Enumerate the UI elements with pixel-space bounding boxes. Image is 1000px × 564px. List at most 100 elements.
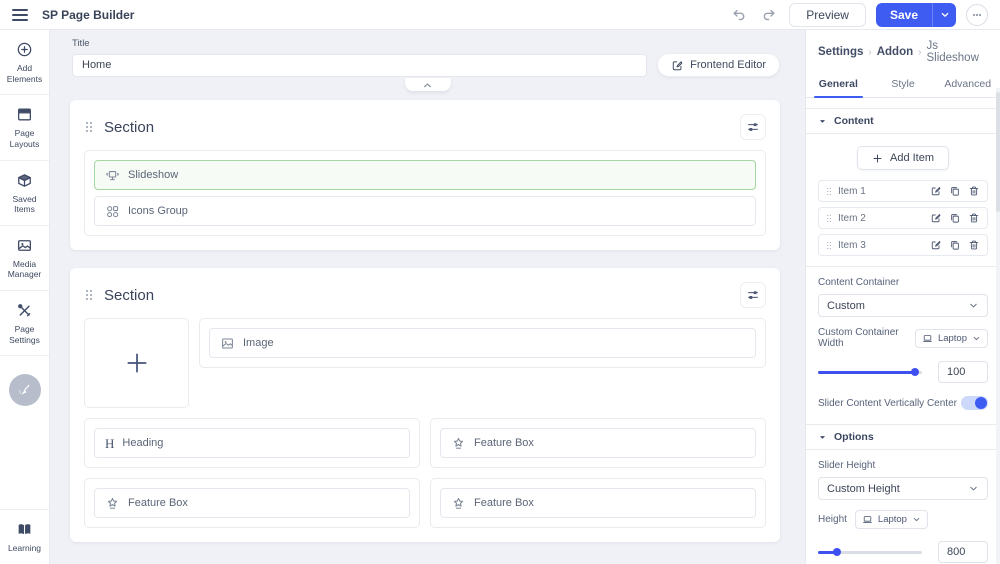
device-selector[interactable]: Laptop <box>854 510 928 529</box>
slideshow-icon <box>105 170 120 180</box>
group-options-header[interactable]: Options <box>806 424 1000 450</box>
tab-general[interactable]: General <box>806 72 871 98</box>
tab-advanced[interactable]: Advanced <box>935 72 1000 97</box>
drag-handle-icon[interactable] <box>826 213 832 224</box>
tools-icon <box>16 302 33 319</box>
sidebar-item-add-elements[interactable]: Add Elements <box>0 30 49 96</box>
device-selector[interactable]: Laptop <box>914 328 988 348</box>
collapse-titlebar-tab[interactable] <box>404 78 451 91</box>
add-item-label: Add Item <box>889 152 935 164</box>
addon-image[interactable]: Image <box>209 328 756 358</box>
addon-label: Image <box>243 337 274 349</box>
height-slider[interactable] <box>818 548 922 556</box>
content-container-label: Content Container <box>818 277 900 288</box>
redo-icon[interactable] <box>759 5 779 25</box>
content-container-select[interactable]: Custom <box>818 294 988 317</box>
caret-down-icon <box>819 119 826 123</box>
laptop-icon <box>923 334 932 342</box>
panel-scrollbar[interactable] <box>996 88 1000 564</box>
tab-style[interactable]: Style <box>871 72 936 97</box>
addon-label: Heading <box>122 437 164 449</box>
container-width-input[interactable] <box>938 361 988 383</box>
panel-tabs: General Style Advanced <box>806 72 1000 98</box>
drag-handle-icon[interactable] <box>84 119 94 135</box>
breadcrumb-separator-icon: › <box>918 46 922 58</box>
sidebar-item-saved-items[interactable]: Saved Items <box>0 161 49 226</box>
menu-icon[interactable] <box>12 8 28 21</box>
feature-box-icon <box>107 497 118 509</box>
addon-icons-group[interactable]: Icons Group <box>94 196 756 226</box>
clear-page-button[interactable] <box>8 374 41 407</box>
addon-label: Feature Box <box>128 497 188 509</box>
page-title-input[interactable] <box>72 53 648 77</box>
sidebar-item-learning[interactable]: Learning <box>0 509 49 564</box>
slider-height-select[interactable]: Custom Height <box>818 477 988 500</box>
sidebar-clear-area <box>0 356 49 424</box>
delete-icon[interactable] <box>968 212 980 224</box>
slider-handle[interactable] <box>910 368 919 376</box>
column-container: Slideshow Icons Group <box>84 150 766 236</box>
item-label: Item 3 <box>838 239 866 251</box>
sidebar-item-label: Add Elements <box>6 63 43 84</box>
edit-icon[interactable] <box>930 239 942 251</box>
layout-icon <box>16 106 33 123</box>
slide-item-row[interactable]: Item 2 <box>818 207 988 229</box>
undo-icon[interactable] <box>729 5 749 25</box>
addon-label: Feature Box <box>474 437 534 449</box>
canvas-area: Title Frontend Editor Section <box>50 30 805 564</box>
edit-icon[interactable] <box>930 212 942 224</box>
preview-button[interactable]: Preview <box>789 2 866 27</box>
slide-item-row[interactable]: Item 1 <box>818 180 988 202</box>
addon-feature-box[interactable]: Feature Box <box>440 428 756 458</box>
drag-handle-icon[interactable] <box>84 287 94 303</box>
add-addon-column-button[interactable] <box>84 318 189 408</box>
add-item-button[interactable]: Add Item <box>856 146 950 170</box>
column-container: Feature Box <box>430 418 766 468</box>
section-options-button[interactable] <box>740 282 766 308</box>
canvas-scroll: Section Slideshow Icons Group Section Im… <box>50 78 805 564</box>
duplicate-icon[interactable] <box>949 185 961 197</box>
sidebar-item-page-settings[interactable]: Page Settings <box>0 291 49 357</box>
delete-icon[interactable] <box>968 239 980 251</box>
panel-scroll-area: Content Add Item Item 1 Item 2 Item 3 Co… <box>806 98 1000 564</box>
duplicate-icon[interactable] <box>949 239 961 251</box>
breadcrumb-addon[interactable]: Addon <box>877 46 913 58</box>
container-width-slider[interactable] <box>818 368 922 376</box>
plus-icon <box>126 353 147 373</box>
group-content-header[interactable]: Content <box>806 108 1000 134</box>
group-title: Options <box>834 431 874 443</box>
vertical-center-toggle[interactable] <box>961 396 988 410</box>
addon-feature-box[interactable]: Feature Box <box>440 488 756 518</box>
height-label: Height <box>818 514 847 525</box>
drag-handle-icon[interactable] <box>826 240 832 251</box>
slide-item-row[interactable]: Item 3 <box>818 234 988 256</box>
more-options-button[interactable] <box>966 3 988 26</box>
device-label: Laptop <box>877 514 907 525</box>
left-sidebar: Add Elements Page Layouts Saved Items Me… <box>0 30 50 564</box>
sidebar-item-page-layouts[interactable]: Page Layouts <box>0 95 49 161</box>
addon-label: Icons Group <box>128 205 188 217</box>
frontend-editor-button[interactable]: Frontend Editor <box>657 53 780 77</box>
controls-icon <box>748 291 758 299</box>
edit-icon[interactable] <box>930 185 942 197</box>
feature-box-icon <box>453 497 464 509</box>
slider-handle[interactable] <box>832 548 841 556</box>
drag-handle-icon[interactable] <box>826 186 832 197</box>
save-dropdown-button[interactable] <box>932 2 956 27</box>
addon-feature-box[interactable]: Feature Box <box>94 488 410 518</box>
sidebar-item-media-manager[interactable]: Media Manager <box>0 226 49 291</box>
section-options-button[interactable] <box>740 114 766 140</box>
delete-icon[interactable] <box>968 185 980 197</box>
addon-slideshow[interactable]: Slideshow <box>94 160 756 190</box>
image-icon <box>222 337 233 349</box>
save-button[interactable]: Save <box>875 2 932 27</box>
chevron-down-icon <box>970 486 977 491</box>
breadcrumb-settings[interactable]: Settings <box>818 46 863 58</box>
sidebar-item-label: Page Settings <box>9 324 40 345</box>
addon-heading[interactable]: H Heading <box>94 428 410 458</box>
duplicate-icon[interactable] <box>949 212 961 224</box>
settings-panel: Settings › Addon › Js Slideshow General … <box>805 30 1000 564</box>
controls-icon <box>748 123 758 131</box>
select-value: Custom <box>827 299 865 312</box>
height-input[interactable] <box>938 541 988 563</box>
